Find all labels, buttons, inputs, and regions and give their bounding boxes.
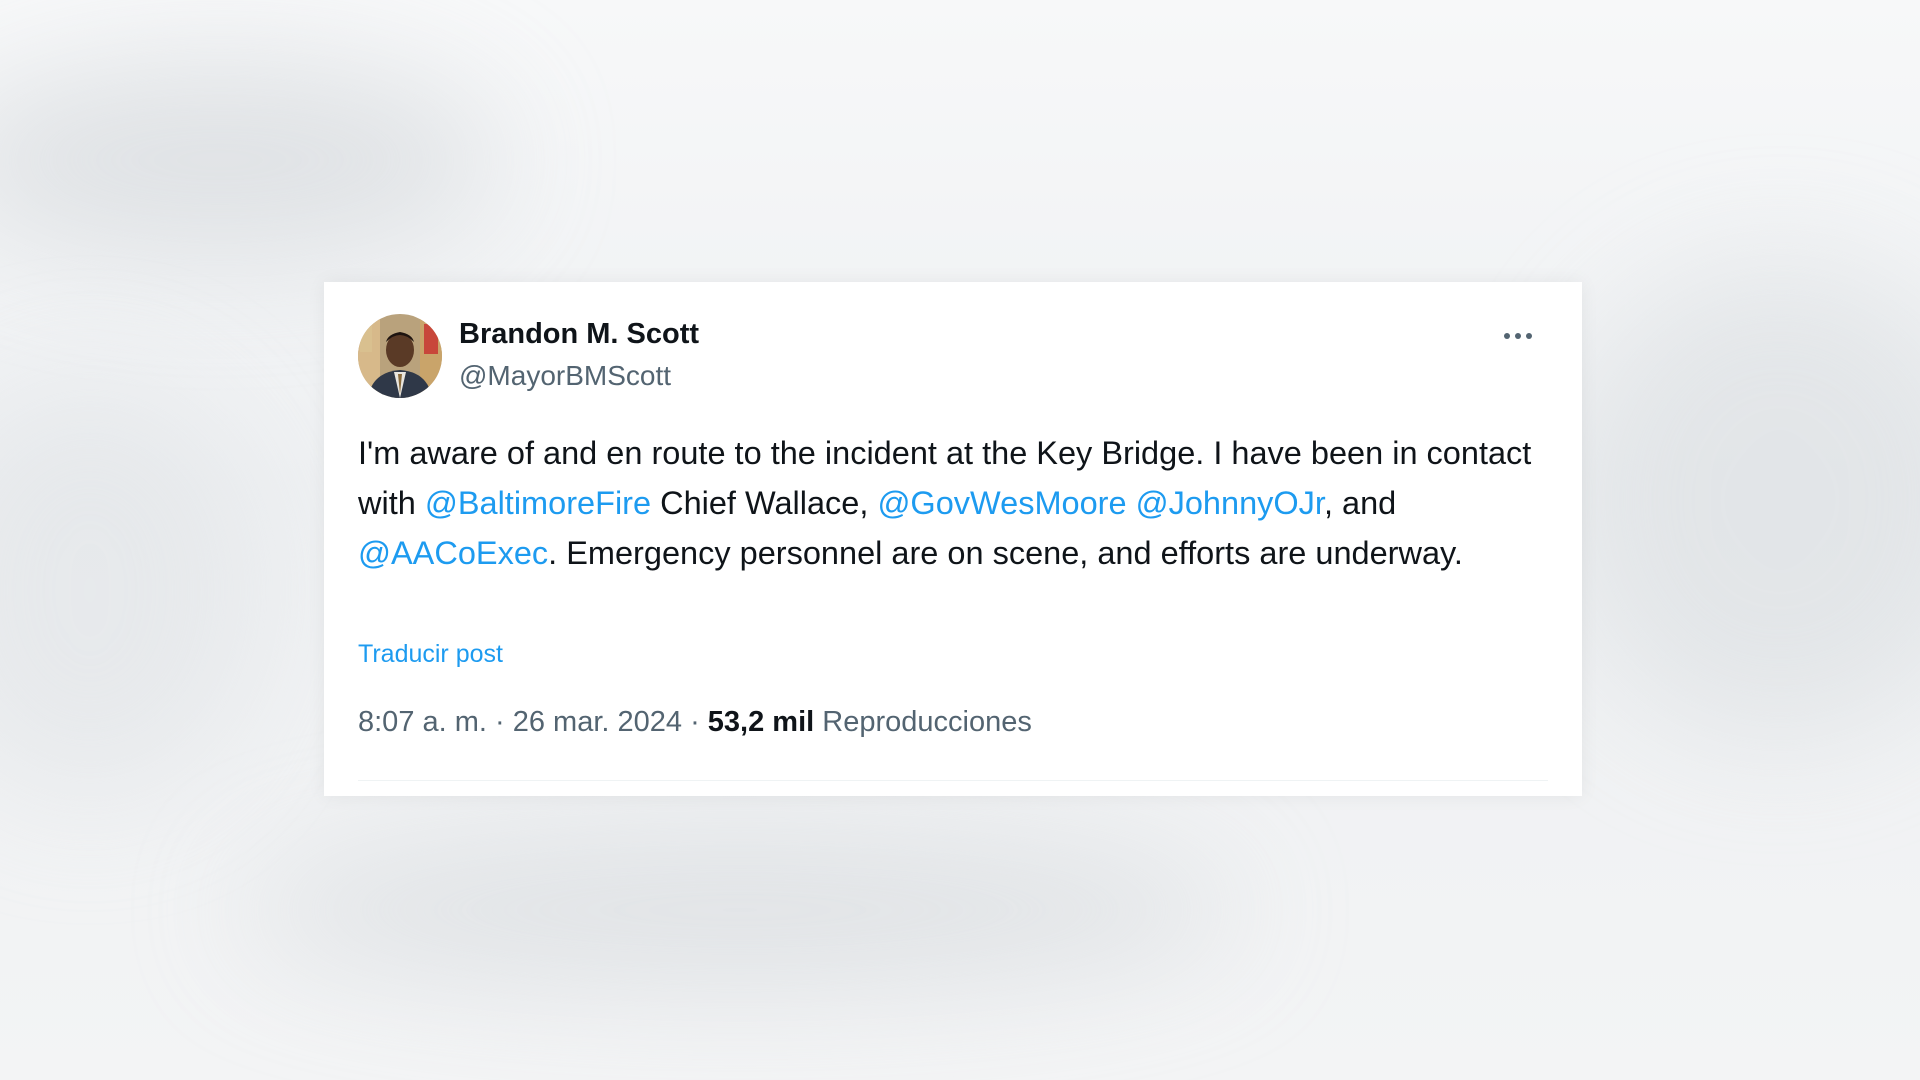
background-blur-shape — [240, 830, 1240, 990]
background-blur-shape — [1560, 260, 1920, 740]
tweet-text-segment: , and — [1323, 485, 1397, 521]
tweet-metadata: 8:07 a. m. · 26 mar. 2024 · 53,2 mil Rep… — [358, 706, 1032, 739]
more-horizontal-icon — [1504, 333, 1532, 339]
mention-aacoexec[interactable]: @AACoExec — [358, 535, 548, 571]
more-options-button[interactable] — [1496, 318, 1540, 354]
divider — [358, 780, 1548, 781]
mention-baltimorefire[interactable]: @BaltimoreFire — [425, 485, 651, 521]
tweet-timestamp[interactable]: 8:07 a. m. · 26 mar. 2024 — [358, 706, 682, 738]
author-handle[interactable]: @MayorBMScott — [459, 360, 671, 392]
background-blur-shape — [0, 60, 500, 260]
mention-johnnyojr[interactable]: @JohnnyOJr — [1136, 485, 1324, 521]
translate-post-link[interactable]: Traducir post — [358, 640, 503, 669]
tweet-text-segment: . Emergency personnel are on scene, and … — [548, 535, 1463, 571]
mention-govwesmoore[interactable]: @GovWesMoore — [877, 485, 1126, 521]
tweet-text-segment — [1127, 485, 1136, 521]
avatar-image — [358, 314, 442, 398]
avatar[interactable] — [358, 314, 442, 398]
views-label: Reproducciones — [822, 706, 1032, 738]
author-display-name[interactable]: Brandon M. Scott — [459, 318, 699, 351]
tweet-text-segment: Chief Wallace, — [651, 485, 878, 521]
views-count: 53,2 mil — [707, 706, 815, 738]
background-blur-shape — [0, 380, 260, 800]
tweet-text: I'm aware of and en route to the inciden… — [358, 428, 1548, 578]
meta-separator: · — [682, 706, 708, 738]
tweet-card: Brandon M. Scott @MayorBMScott I'm aware… — [324, 282, 1582, 796]
